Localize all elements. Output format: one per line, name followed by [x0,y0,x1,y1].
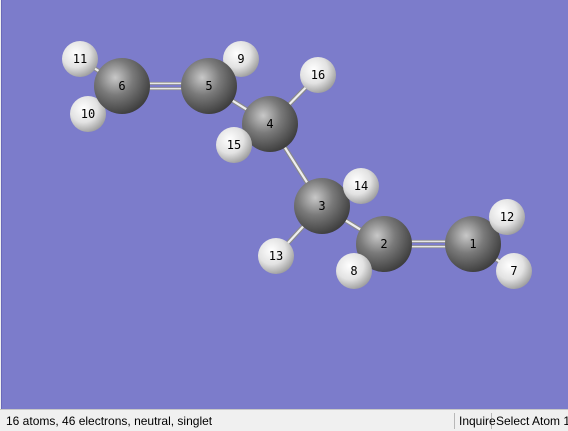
status-molecule-info: 16 atoms, 46 electrons, neutral, singlet [6,414,213,428]
atom-12-hydrogen[interactable]: 12 [489,199,525,235]
atom-14-hydrogen[interactable]: 14 [343,168,379,204]
status-action: Select Atom 1 [496,414,568,428]
atom-label: 12 [500,210,514,224]
status-bar: 16 atoms, 46 electrons, neutral, singlet… [0,409,568,431]
atom-15-hydrogen[interactable]: 15 [216,127,252,163]
atom-8-hydrogen[interactable]: 8 [336,253,372,289]
status-mode[interactable]: Inquire [454,413,496,429]
atom-label: 8 [350,264,357,278]
atom-label: 13 [269,249,283,263]
atom-label: 14 [354,179,368,193]
atom-label: 2 [380,237,387,251]
atom-3-carbon[interactable]: 3 [294,178,350,234]
atom-label: 4 [266,117,273,131]
atom-label: 9 [237,52,244,66]
atom-13-hydrogen[interactable]: 13 [258,238,294,274]
atom-label: 11 [73,52,87,66]
atom-label: 5 [205,79,212,93]
atom-5-carbon[interactable]: 5 [181,58,237,114]
atom-16-hydrogen[interactable]: 16 [300,57,336,93]
molecule-canvas[interactable]: 91011131612345678121415 [2,0,568,409]
atom-label: 15 [227,138,241,152]
atom-label: 16 [311,68,325,82]
atom-label: 10 [81,107,95,121]
atom-11-hydrogen[interactable]: 11 [62,41,98,77]
atom-7-hydrogen[interactable]: 7 [496,253,532,289]
atom-label: 7 [510,264,517,278]
atom-label: 6 [118,79,125,93]
molecule-viewport[interactable]: 9 10 11 13 16 1 2 3 4 5 6 7 8 12 14 15 [1,0,568,409]
atom-label: 3 [318,199,325,213]
atom-6-carbon[interactable]: 6 [94,58,150,114]
atom-label: 1 [469,237,476,251]
